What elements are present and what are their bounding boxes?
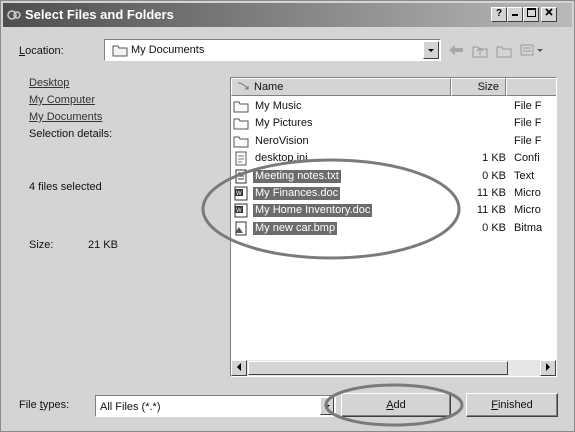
file-row[interactable]: Meeting notes.txt 0 KB Text (233, 168, 556, 185)
sort-icon (237, 82, 249, 90)
maximize-button[interactable] (523, 7, 539, 22)
arrow-left-icon (237, 363, 241, 371)
file-name: My Pictures (255, 117, 313, 130)
file-types-combobox[interactable]: All Files (*.*) (95, 395, 336, 417)
file-row[interactable]: W My Finances.doc 11 KB Micro (233, 185, 556, 202)
app-icon (7, 10, 21, 20)
file-name: My Finances.doc (253, 187, 341, 200)
files-selected-count: 4 files selected (29, 181, 102, 193)
file-name: NeroVision (255, 134, 309, 147)
ini-file-icon (235, 151, 247, 166)
file-type: File F (514, 100, 542, 112)
file-row[interactable]: My new car.bmp 0 KB Bitma (233, 220, 556, 237)
file-types-value: All Files (*.*) (100, 401, 161, 413)
minimize-button[interactable] (507, 7, 523, 22)
folder-icon (233, 118, 249, 130)
size-label: Size: (29, 239, 54, 251)
file-row[interactable]: My Music File F (233, 98, 556, 115)
add-button[interactable]: Add (341, 393, 451, 417)
add-button-label: Add (386, 399, 406, 411)
file-type: Confi (514, 152, 540, 165)
location-dropdown-button[interactable] (423, 41, 439, 59)
file-type: File F (514, 134, 542, 147)
up-folder-icon[interactable] (471, 42, 489, 58)
column-header-size[interactable]: Size (451, 78, 506, 96)
help-button[interactable]: ? (491, 7, 507, 22)
word-doc-icon: W (234, 186, 248, 201)
file-row[interactable]: desktop.ini 1 KB Confi (233, 150, 556, 167)
size-value: 21 KB (88, 239, 118, 251)
file-type: Text (514, 169, 535, 182)
finished-button[interactable]: Finished (466, 393, 558, 417)
chevron-down-icon (428, 49, 434, 52)
file-size: 11 KB (476, 187, 506, 199)
window-title: Select Files and Folders (25, 7, 174, 22)
title-bar[interactable]: Select Files and Folders ? (3, 3, 572, 27)
svg-text:W: W (236, 208, 242, 214)
file-name: My Music (255, 100, 302, 112)
file-type: File F (514, 117, 542, 130)
finished-button-label: Finished (491, 399, 533, 411)
new-folder-icon[interactable] (495, 42, 513, 58)
arrow-right-icon (546, 363, 550, 371)
back-arrow-icon[interactable] (447, 42, 465, 58)
scroll-right-button[interactable] (540, 360, 556, 376)
close-button[interactable] (541, 7, 557, 22)
views-menu-icon[interactable] (519, 42, 545, 58)
file-size: 1 KB (482, 152, 506, 165)
file-type: Micro (514, 204, 541, 217)
file-types-dropdown-button[interactable] (320, 397, 334, 415)
column-header-name[interactable]: Name (231, 78, 451, 96)
help-icon: ? (495, 8, 503, 19)
bitmap-file-icon (235, 221, 247, 236)
column-header-type[interactable] (506, 78, 556, 96)
file-name: My new car.bmp (253, 221, 338, 235)
folder-icon (112, 45, 128, 57)
left-pane: Desktop My Computer My Documents Selecti… (21, 77, 221, 367)
svg-text:W: W (236, 191, 242, 197)
scroll-thumb[interactable] (248, 361, 508, 375)
text-file-icon (235, 169, 247, 184)
file-size: 0 KB (482, 169, 506, 182)
column-name-label: Name (254, 81, 284, 93)
desktop-link[interactable]: Desktop (29, 77, 69, 89)
file-types-label: File types: (19, 399, 70, 411)
word-doc-icon: W (234, 203, 248, 218)
file-row[interactable]: NeroVision File F (233, 133, 556, 150)
scroll-left-button[interactable] (231, 360, 247, 376)
maximize-icon (526, 8, 536, 17)
folder-icon (233, 136, 249, 148)
file-list-header: Name Size (231, 78, 556, 96)
file-row[interactable]: W My Home Inventory.doc 11 KB Micro (233, 202, 556, 219)
file-row[interactable]: My Pictures File F (233, 115, 556, 132)
folder-icon (233, 101, 249, 113)
file-size: 11 KB (476, 204, 506, 217)
my-documents-link[interactable]: My Documents (29, 111, 102, 123)
file-type: Micro (514, 187, 541, 199)
my-computer-link[interactable]: My Computer (29, 94, 95, 106)
file-name: My Home Inventory.doc (253, 204, 373, 218)
file-type: Bitma (514, 221, 543, 234)
selection-details-label: Selection details: (29, 128, 113, 140)
location-combobox[interactable]: My Documents (104, 39, 441, 61)
select-files-dialog: Select Files and Folders ? Location: My … (0, 0, 575, 432)
location-value: My Documents (131, 44, 205, 56)
minimize-icon (512, 14, 518, 16)
chevron-down-icon (324, 405, 330, 408)
file-list[interactable]: Name Size My Music File F My Pictures File … (230, 77, 557, 377)
column-size-label: Size (477, 81, 499, 93)
file-name: Meeting notes.txt (253, 169, 341, 183)
close-icon (545, 8, 553, 16)
location-label: Location: (19, 45, 64, 57)
file-size: 0 KB (482, 221, 506, 234)
horizontal-scrollbar[interactable] (231, 360, 556, 376)
file-name: desktop.ini (255, 152, 308, 165)
